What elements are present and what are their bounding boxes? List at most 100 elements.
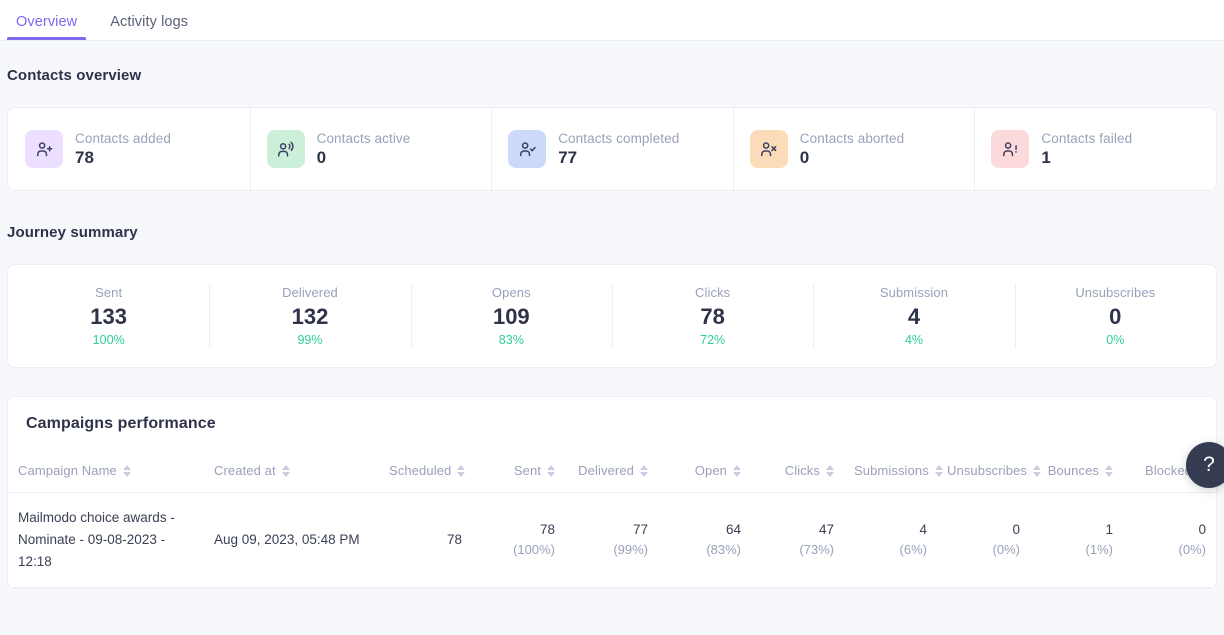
sort-icon[interactable] <box>1105 464 1113 477</box>
table-body: Mailmodo choice awards - Nominate - 09-0… <box>8 492 1216 588</box>
sort-icon[interactable] <box>826 464 834 477</box>
cell-clicks: 47 (73%) <box>751 492 844 588</box>
journey-metric-delivered: Delivered 132 99% <box>209 265 410 367</box>
stat-card-text: Contacts completed 77 <box>558 131 679 168</box>
stat-card-contacts-aborted: Contacts aborted 0 <box>732 108 975 190</box>
cell-value: 1 <box>1105 521 1113 537</box>
column-header-submissions[interactable]: Submissions <box>844 455 943 493</box>
tab-overview[interactable]: Overview <box>7 13 87 41</box>
stat-card-contacts-failed: Contacts failed 1 <box>974 108 1216 190</box>
journey-metric-value: 0 <box>1109 303 1122 329</box>
stat-card-contacts-added: Contacts added 78 <box>8 108 250 190</box>
stat-label: Contacts active <box>316 130 411 146</box>
stat-card-text: Contacts added 78 <box>75 131 171 168</box>
sort-icon[interactable] <box>122 464 131 477</box>
column-header-open[interactable]: Open <box>658 455 751 493</box>
journey-metric-value: 4 <box>907 303 921 329</box>
campaigns-performance-title: Campaigns performance <box>26 415 216 432</box>
journey-metric-percent: 100% <box>92 333 125 348</box>
cell-scheduled: 78 <box>379 492 472 588</box>
journey-metric-label: Submission <box>879 284 949 300</box>
cell-value: 0 <box>1198 521 1206 537</box>
journey-metric-clicks: Clicks 78 72% <box>611 265 813 367</box>
column-header-delivered[interactable]: Delivered <box>565 455 658 493</box>
journey-metric-percent: 99% <box>297 333 323 348</box>
user-check-icon <box>508 130 547 168</box>
journey-metric-value: 133 <box>90 303 128 329</box>
cell-percent: (100%) <box>513 542 555 558</box>
column-label: Bounces <box>1047 463 1099 478</box>
cell-percent: (6%) <box>899 542 927 558</box>
journey-metric-value: 132 <box>291 303 329 329</box>
cell-submissions: 4 (6%) <box>844 492 937 588</box>
stat-label: Contacts completed <box>558 130 680 146</box>
question-mark-icon: ? <box>1203 453 1215 476</box>
column-label: Created at <box>214 463 276 478</box>
contacts-overview-card-strip: Contacts added 78 Contacts active 0 Cont… <box>7 107 1217 191</box>
cell-percent: (0%) <box>1178 542 1206 558</box>
journey-summary-title: Journey summary <box>7 224 138 241</box>
stat-label: Contacts added <box>75 130 171 146</box>
tab-activity-logs[interactable]: Activity logs <box>101 14 197 41</box>
column-header-scheduled[interactable]: Scheduled <box>379 455 472 493</box>
journey-metric-label: Unsubscribes <box>1075 284 1156 300</box>
cell-value: 0 <box>1012 521 1020 537</box>
cell-open: 64 (83%) <box>658 492 751 588</box>
journey-metric-label: Opens <box>491 284 531 300</box>
stat-card-text: Contacts active 0 <box>317 131 411 168</box>
column-label: Sent <box>513 463 541 478</box>
campaigns-performance-card: Campaigns performance Campaign Name Crea… <box>7 396 1217 589</box>
column-header-created-at[interactable]: Created at <box>204 455 379 493</box>
stat-label: Contacts failed <box>1041 130 1133 146</box>
sort-icon[interactable] <box>640 464 648 477</box>
cell-unsubscribes: 0 (0%) <box>937 492 1030 588</box>
contacts-overview-title: Contacts overview <box>7 67 142 84</box>
sort-icon[interactable] <box>281 464 290 477</box>
sort-icon[interactable] <box>934 464 943 477</box>
column-header-sent[interactable]: Sent <box>472 455 565 493</box>
stat-value: 0 <box>799 147 810 167</box>
user-x-icon <box>749 130 788 168</box>
cell-value: 47 <box>818 521 834 537</box>
journey-metric-label: Delivered <box>282 284 338 300</box>
journey-metric-percent: 72% <box>700 333 726 348</box>
sort-icon[interactable] <box>733 464 741 477</box>
column-header-unsubscribes[interactable]: Unsubscribes <box>937 455 1041 493</box>
user-alert-icon <box>991 130 1030 168</box>
journey-metric-value: 109 <box>492 303 530 329</box>
cell-campaign-name: Mailmodo choice awards - Nominate - 09-0… <box>8 492 204 588</box>
journey-metric-sent: Sent 133 100% <box>8 265 209 367</box>
cell-sent: 78 (100%) <box>472 492 565 588</box>
cell-delivered: 77 (99%) <box>565 492 658 588</box>
stat-card-text: Contacts aborted 0 <box>800 131 904 168</box>
sort-icon[interactable] <box>457 464 466 477</box>
column-header-bounces[interactable]: Bounces <box>1030 455 1123 493</box>
cell-created-at: Aug 09, 2023, 05:48 PM <box>204 492 379 588</box>
sort-icon[interactable] <box>1032 464 1041 477</box>
column-label: Campaign Name <box>18 463 117 478</box>
table-row[interactable]: Mailmodo choice awards - Nominate - 09-0… <box>8 492 1216 588</box>
user-plus-icon <box>25 130 63 168</box>
cell-value: 77 <box>632 521 648 537</box>
tab-bar: Overview Activity logs <box>0 0 1224 41</box>
tab-overview-label: Overview <box>16 13 78 30</box>
stat-value: 78 <box>75 147 94 167</box>
stat-card-text: Contacts failed 1 <box>1041 131 1132 168</box>
cell-value: 4 <box>919 521 927 537</box>
column-header-campaign-name[interactable]: Campaign Name <box>8 455 204 493</box>
column-header-clicks[interactable]: Clicks <box>751 455 844 493</box>
sort-icon[interactable] <box>547 464 555 477</box>
column-label: Delivered <box>578 463 634 478</box>
journey-metric-percent: 4% <box>904 333 924 348</box>
cell-bounces: 1 (1%) <box>1030 492 1123 588</box>
cell-value: 78 <box>446 531 462 547</box>
help-button[interactable]: ? <box>1186 442 1224 488</box>
stat-value: 77 <box>558 147 578 167</box>
journey-metric-label: Clicks <box>695 284 731 300</box>
cell-value: 78 <box>539 521 555 537</box>
table-header: Campaign Name Created at Scheduled Sent … <box>8 455 1216 493</box>
cell-value: 64 <box>725 521 741 537</box>
cell-percent: (73%) <box>799 542 834 558</box>
cell-percent: (99%) <box>613 542 648 558</box>
journey-summary-card: Sent 133 100% Delivered 132 99% Opens 10… <box>7 264 1217 368</box>
